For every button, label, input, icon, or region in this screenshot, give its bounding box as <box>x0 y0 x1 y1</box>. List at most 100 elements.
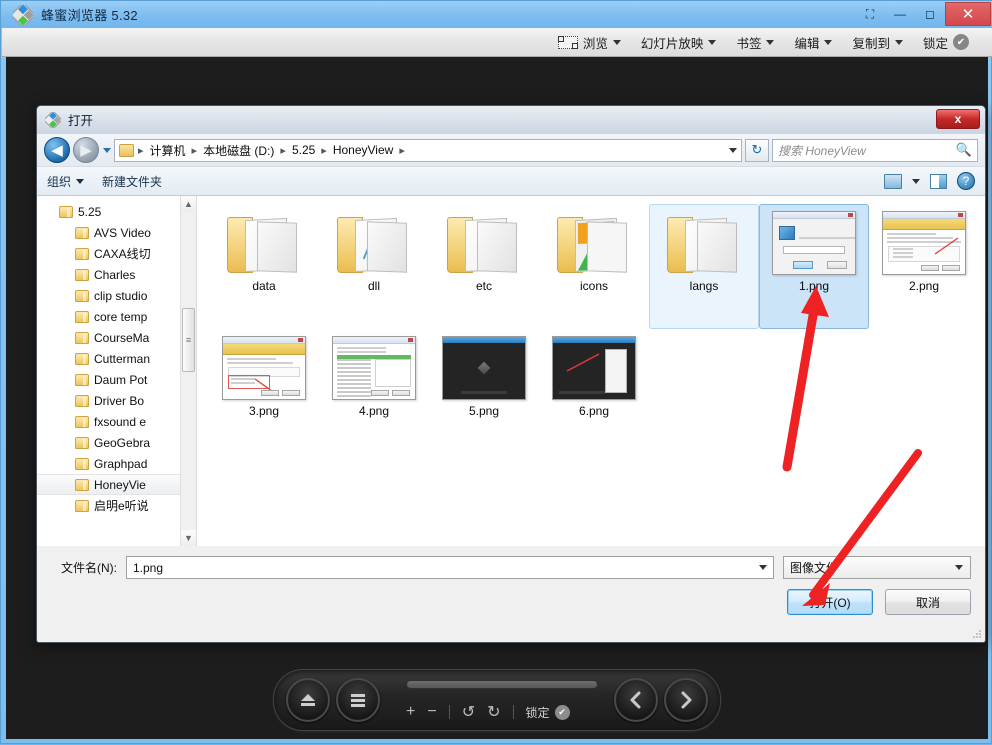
breadcrumb-item-drive[interactable]: 本地磁盘 (D:) <box>201 142 276 159</box>
organize-label: 组织 <box>47 174 72 189</box>
toolbar-item-copyto[interactable]: 复制到 <box>843 30 912 55</box>
filename-input[interactable]: 1.png <box>126 556 774 579</box>
file-item-data[interactable]: data <box>209 204 319 329</box>
refresh-button[interactable]: ↻ <box>745 138 769 162</box>
cancel-button[interactable]: 取消 <box>885 589 971 615</box>
file-item-dll[interactable]: dll <box>319 204 429 329</box>
open-button[interactable]: 打开(O) <box>787 589 873 615</box>
tree-item-caxa[interactable]: CAXA线切 <box>37 243 196 264</box>
position-slider[interactable] <box>406 680 598 689</box>
recent-locations-icon[interactable] <box>103 147 111 153</box>
breadcrumb-separator: ▸ <box>399 144 405 157</box>
breadcrumb-item-525[interactable]: 5.25 <box>290 143 317 157</box>
tree-label: clip studio <box>94 288 148 303</box>
tree-item-qiming[interactable]: 启明e听说 <box>37 495 196 516</box>
scroll-up-icon[interactable]: ▲ <box>181 196 196 212</box>
tree-item-core-temp[interactable]: core temp <box>37 306 196 327</box>
tree-label: CourseMa <box>94 330 150 345</box>
filetype-value: 图像文件 <box>790 561 839 575</box>
chevron-down-icon <box>76 178 85 184</box>
back-button[interactable]: ◀ <box>44 137 70 163</box>
toolbar-item-bookmarks[interactable]: 书签 <box>727 30 783 55</box>
chevron-down-icon[interactable] <box>759 565 767 570</box>
minimize-button[interactable]: — <box>885 3 915 25</box>
tree-item-driver-bo[interactable]: Driver Bo <box>37 390 196 411</box>
control-bar-center: + − ↺ ↻ 锁定 ✔ <box>380 670 614 730</box>
rotate-right-button[interactable]: ↻ <box>487 702 500 722</box>
tree-item-avs-video[interactable]: AVS Video <box>37 222 196 243</box>
forward-button[interactable]: ▶ <box>73 137 99 163</box>
tree-item-charles[interactable]: Charles <box>37 264 196 285</box>
tree-label: HoneyVie <box>94 477 146 492</box>
toolbar-item-lock[interactable]: 锁定 ✔ <box>914 30 978 55</box>
command-bar-right: ? <box>884 172 975 190</box>
filename-row: 文件名(N): 1.png 图像文件 <box>51 556 971 579</box>
next-image-button[interactable] <box>664 678 708 722</box>
toolbar-item-slideshow[interactable]: 幻灯片放映 <box>632 30 726 55</box>
preview-pane-icon[interactable] <box>930 173 947 189</box>
tree-item-geogebra[interactable]: GeoGebra <box>37 432 196 453</box>
zoom-in-button[interactable]: + <box>406 703 415 721</box>
file-item-etc[interactable]: etc <box>429 204 539 329</box>
divider <box>448 705 450 719</box>
scrollbar-thumb[interactable]: ≡ <box>182 308 195 372</box>
filetype-select[interactable]: 图像文件 <box>783 556 971 579</box>
breadcrumb-item-honeyview[interactable]: HoneyView <box>331 143 395 157</box>
organize-button[interactable]: 组织 <box>47 173 85 190</box>
file-item-3png[interactable]: 3.png <box>209 329 319 454</box>
tree-item-cutterman[interactable]: Cutterman <box>37 348 196 369</box>
chevron-down-icon[interactable] <box>912 178 920 184</box>
rotate-left-button[interactable]: ↺ <box>462 702 475 722</box>
file-item-1png[interactable]: 1.png <box>759 204 869 329</box>
new-folder-button[interactable]: 新建文件夹 <box>102 173 162 190</box>
breadcrumb-separator: ▸ <box>138 144 144 157</box>
toolbar-item-edit[interactable]: 编辑 <box>785 30 841 55</box>
tree-item-honeyview[interactable]: HoneyVie <box>37 474 196 495</box>
hamburger-menu-icon[interactable] <box>336 678 380 722</box>
open-file-dialog: 打开 x ◀ ▶ ▸ 计算机 ▸ 本地磁盘 (D:) ▸ 5.25 ▸ Hone… <box>36 105 986 643</box>
file-item-5png[interactable]: 5.png <box>429 329 539 454</box>
close-button[interactable]: ✕ <box>945 2 991 26</box>
eject-icon[interactable] <box>286 678 330 722</box>
toolbar-label-bookmarks: 书签 <box>736 36 762 51</box>
file-label: data <box>252 279 276 293</box>
dialog-buttons: 打开(O) 取消 <box>51 589 971 615</box>
breadcrumb[interactable]: ▸ 计算机 ▸ 本地磁盘 (D:) ▸ 5.25 ▸ HoneyView ▸ <box>114 138 742 162</box>
file-item-6png[interactable]: 6.png <box>539 329 649 454</box>
tree-label: AVS Video <box>94 225 151 240</box>
lock-label: 锁定 <box>525 705 550 720</box>
file-item-4png[interactable]: 4.png <box>319 329 429 454</box>
dialog-close-button[interactable]: x <box>936 109 980 129</box>
tree-item-525[interactable]: 5.25 <box>37 201 196 222</box>
crop-frame-icon <box>557 35 578 49</box>
file-label: dll <box>367 279 380 293</box>
chevron-down-icon[interactable] <box>729 147 737 153</box>
previous-image-button[interactable] <box>614 678 658 722</box>
tree-item-clip-studio[interactable]: clip studio <box>37 285 196 306</box>
tree-item-graphpad[interactable]: Graphpad <box>37 453 196 474</box>
tree-item-fxsound[interactable]: fxsound e <box>37 411 196 432</box>
resize-grip[interactable] <box>972 630 982 640</box>
tree-scrollbar[interactable]: ▲ ≡ ▼ <box>180 196 196 546</box>
tree-label: Charles <box>94 267 136 282</box>
tree-item-daum-pot[interactable]: Daum Pot <box>37 369 196 390</box>
window-controls: ⛶ — ◻ ✕ <box>855 2 991 26</box>
view-mode-icon[interactable] <box>884 173 902 189</box>
breadcrumb-item-computer[interactable]: 计算机 <box>148 142 188 159</box>
toolbar-item-browse[interactable]: 浏览 <box>549 30 630 55</box>
maximize-button[interactable]: ◻ <box>915 3 945 25</box>
file-item-icons[interactable]: icons <box>539 204 649 329</box>
fullscreen-icon[interactable]: ⛶ <box>855 3 885 25</box>
tree-label: CAXA线切 <box>94 247 151 261</box>
tree-item-coursema[interactable]: CourseMa <box>37 327 196 348</box>
folder-icon-colorful <box>557 211 631 275</box>
help-icon[interactable]: ? <box>957 172 975 190</box>
scroll-down-icon[interactable]: ▼ <box>181 530 196 546</box>
image-thumbnail <box>552 336 636 400</box>
image-thumbnail <box>332 336 416 400</box>
file-item-2png[interactable]: 2.png <box>869 204 979 329</box>
search-input[interactable]: 搜索 HoneyView 🔍 <box>772 138 978 162</box>
zoom-out-button[interactable]: − <box>427 703 436 721</box>
file-item-langs[interactable]: langs <box>649 204 759 329</box>
lock-toggle[interactable]: 锁定 ✔ <box>526 704 570 721</box>
